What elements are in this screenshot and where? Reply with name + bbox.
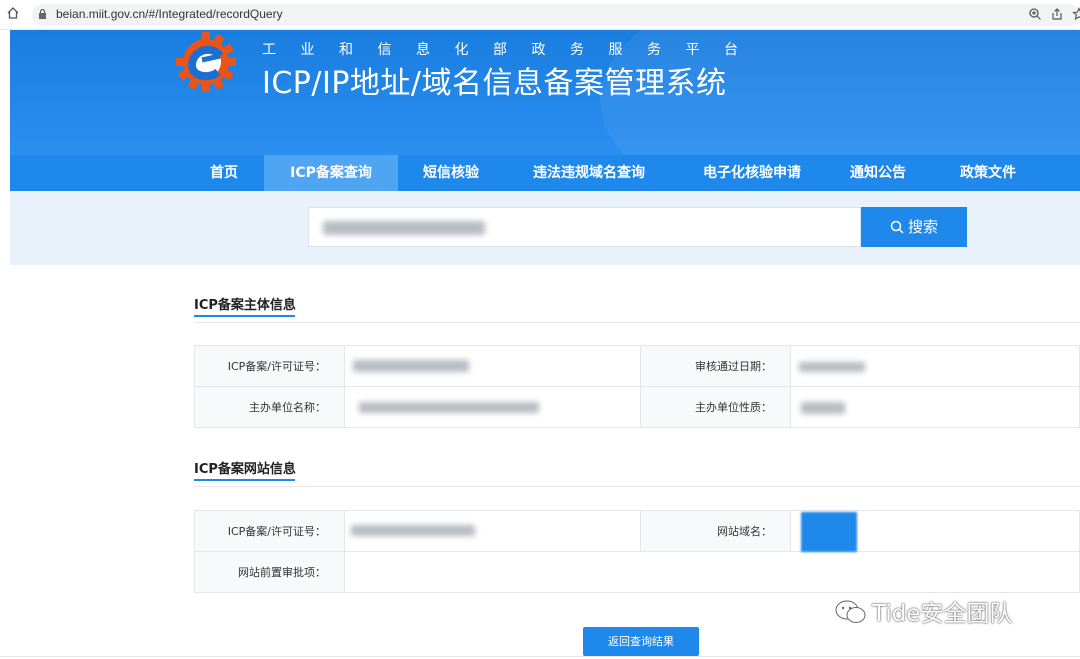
redacted-query [323,221,485,235]
main-nav: 首页 ICP备案查询 短信核验 违法违规域名查询 电子化核验申请 通知公告 政策… [10,155,1080,191]
lock-icon [39,9,46,19]
url-text: beian.miit.gov.cn/#/Integrated/recordQue… [56,7,283,21]
label-sponsor-name: 主办单位名称： [194,386,345,428]
table-row: ICP备案/许可证号： 网站域名： [194,510,1080,552]
watermark: Tide安全团队 [834,594,1012,628]
nav-item-icp-query[interactable]: ICP备案查询 [264,155,398,191]
search-button-label: 搜索 [907,218,938,236]
nav-item-notices[interactable]: 通知公告 [836,155,920,191]
table-row: 主办单位名称： 主办单位性质： [194,386,1080,428]
star-icon[interactable] [1072,7,1080,21]
share-icon[interactable] [1050,7,1064,21]
site-section-title: ICP备案网站信息 [194,462,296,477]
nav-item-illegal-domain-query[interactable]: 违法违规域名查询 [514,155,664,191]
nav-item-e-verify-apply[interactable]: 电子化核验申请 [684,155,820,191]
subject-info-table: ICP备案/许可证号： 审核通过日期： 主办单位名称： 主办单位性质： [194,345,1080,428]
label-icp-license: ICP备案/许可证号： [194,345,345,387]
subject-section-title: ICP备案主体信息 [194,298,296,313]
nav-item-sms-verify[interactable]: 短信核验 [406,155,496,191]
miit-logo-icon [176,32,236,92]
value-sponsor-type [790,386,1080,428]
site-info-table: ICP备案/许可证号： 网站域名： 网站前置审批项： [194,510,1080,593]
value-icp-license [344,345,641,387]
value-site-icp-license [344,510,641,552]
wechat-icon [835,600,866,623]
label-pre-approval: 网站前置审批项： [194,551,345,593]
header-subtitle: 工业和信息化部政务服务平台 [262,42,763,58]
value-sponsor-name [344,386,641,428]
nav-item-home[interactable]: 首页 [186,155,262,191]
search-button[interactable]: 搜索 [861,207,967,247]
value-site-domain [790,510,1080,552]
label-approval-date: 审核通过日期： [640,345,791,387]
search-input[interactable] [308,207,861,247]
label-site-icp-license: ICP备案/许可证号： [194,510,345,552]
table-row: ICP备案/许可证号： 审核通过日期： [194,345,1080,387]
search-icon [890,220,904,234]
home-icon[interactable] [6,6,20,20]
zoom-icon[interactable] [1028,7,1042,21]
page-title: ICP/IP地址/域名信息备案管理系统 [262,66,727,101]
browser-address-bar: beian.miit.gov.cn/#/Integrated/recordQue… [0,0,1080,30]
table-row: 网站前置审批项： [194,551,1080,593]
value-pre-approval [344,551,1080,593]
value-approval-date [790,345,1080,387]
label-site-domain: 网站域名： [640,510,791,552]
nav-item-policy-docs[interactable]: 政策文件 [946,155,1030,191]
return-results-button[interactable]: 返回查询结果 [583,627,699,656]
label-sponsor-type: 主办单位性质： [640,386,791,428]
